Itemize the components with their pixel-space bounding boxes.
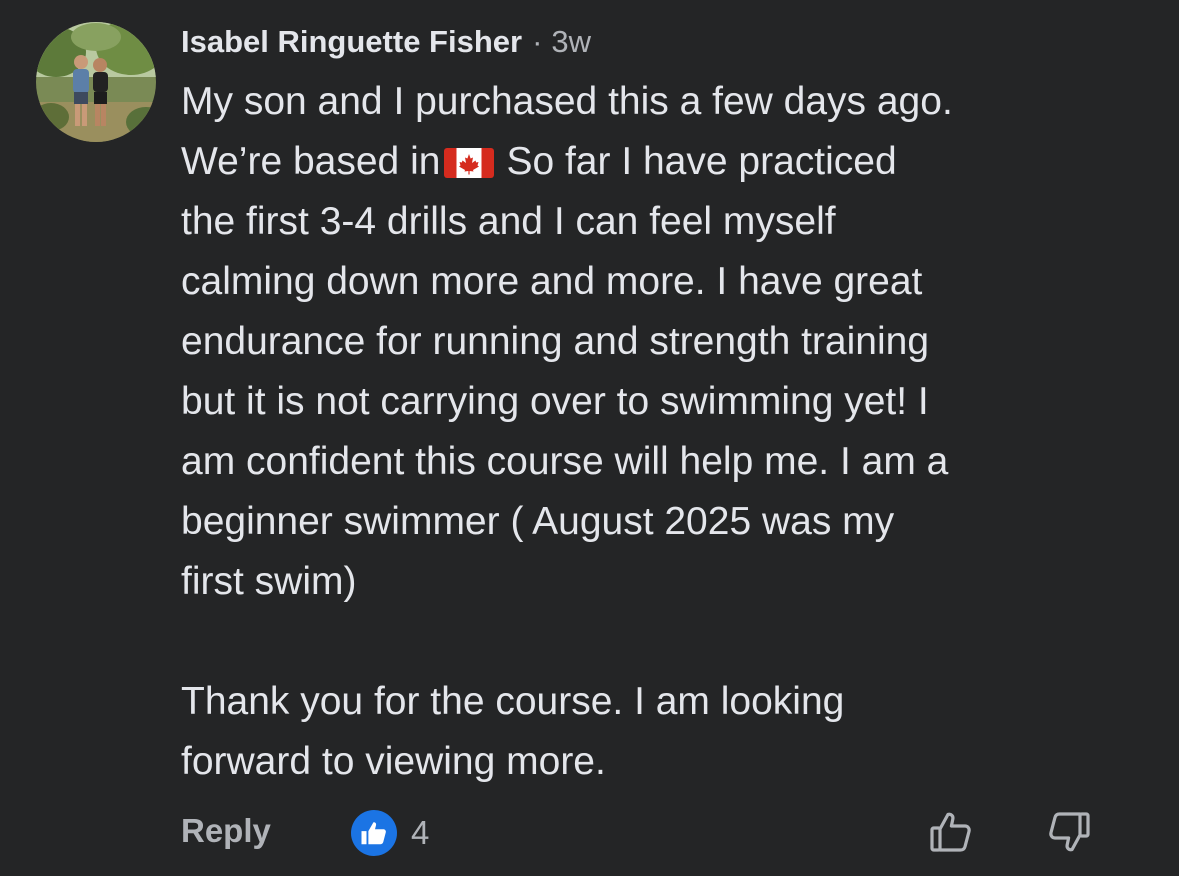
- comment-timestamp: 3w: [551, 24, 592, 59]
- paragraph-break: [181, 612, 1141, 672]
- reply-button[interactable]: Reply: [181, 812, 271, 850]
- like-count: 4: [411, 814, 430, 851]
- thumbs-up-outline: [930, 812, 971, 852]
- comment-line: am confident this course will help me. I…: [181, 440, 949, 483]
- header-separator: ·: [532, 24, 543, 59]
- thumbs-up-badge-icon[interactable]: [351, 810, 397, 856]
- comment-line: forward to viewing more.: [181, 740, 606, 783]
- comment-text: We’re based in: [181, 140, 441, 183]
- comment-line: but it is not carrying over to swimming …: [181, 380, 929, 423]
- thumbs-down-outline: [1049, 812, 1090, 852]
- comment-line: My son and I purchased this a few days a…: [181, 80, 953, 123]
- profile-photo: [36, 22, 156, 142]
- thumbs-down-icon[interactable]: [1045, 808, 1093, 856]
- thumbs-up-badge-glyph: [361, 822, 386, 845]
- comment-line: Thank you for the course. I am looking: [181, 680, 845, 723]
- author-name[interactable]: Isabel Ringuette Fisher: [181, 24, 522, 60]
- comment-line: endurance for running and strength train…: [181, 320, 930, 363]
- comment-line: beginner swimmer ( August 2025 was my: [181, 500, 895, 543]
- comment-body: My son and I purchased this a few days a…: [181, 72, 1141, 792]
- comment-actions: Reply 4: [181, 808, 1101, 858]
- avatar[interactable]: [36, 22, 156, 142]
- comment-text: So far I have practiced: [506, 140, 897, 183]
- comment-header: Isabel Ringuette Fisher · 3w: [181, 24, 591, 64]
- comment-line: first swim): [181, 560, 357, 603]
- thumbs-up-icon[interactable]: [927, 808, 975, 856]
- canada-flag-icon: [444, 148, 495, 178]
- comment-line-with-flag: We’re based in So far I have practiced: [181, 132, 1141, 192]
- comment-line: the first 3-4 drills and I can feel myse…: [181, 200, 836, 243]
- comment-line: calming down more and more. I have great: [181, 260, 923, 303]
